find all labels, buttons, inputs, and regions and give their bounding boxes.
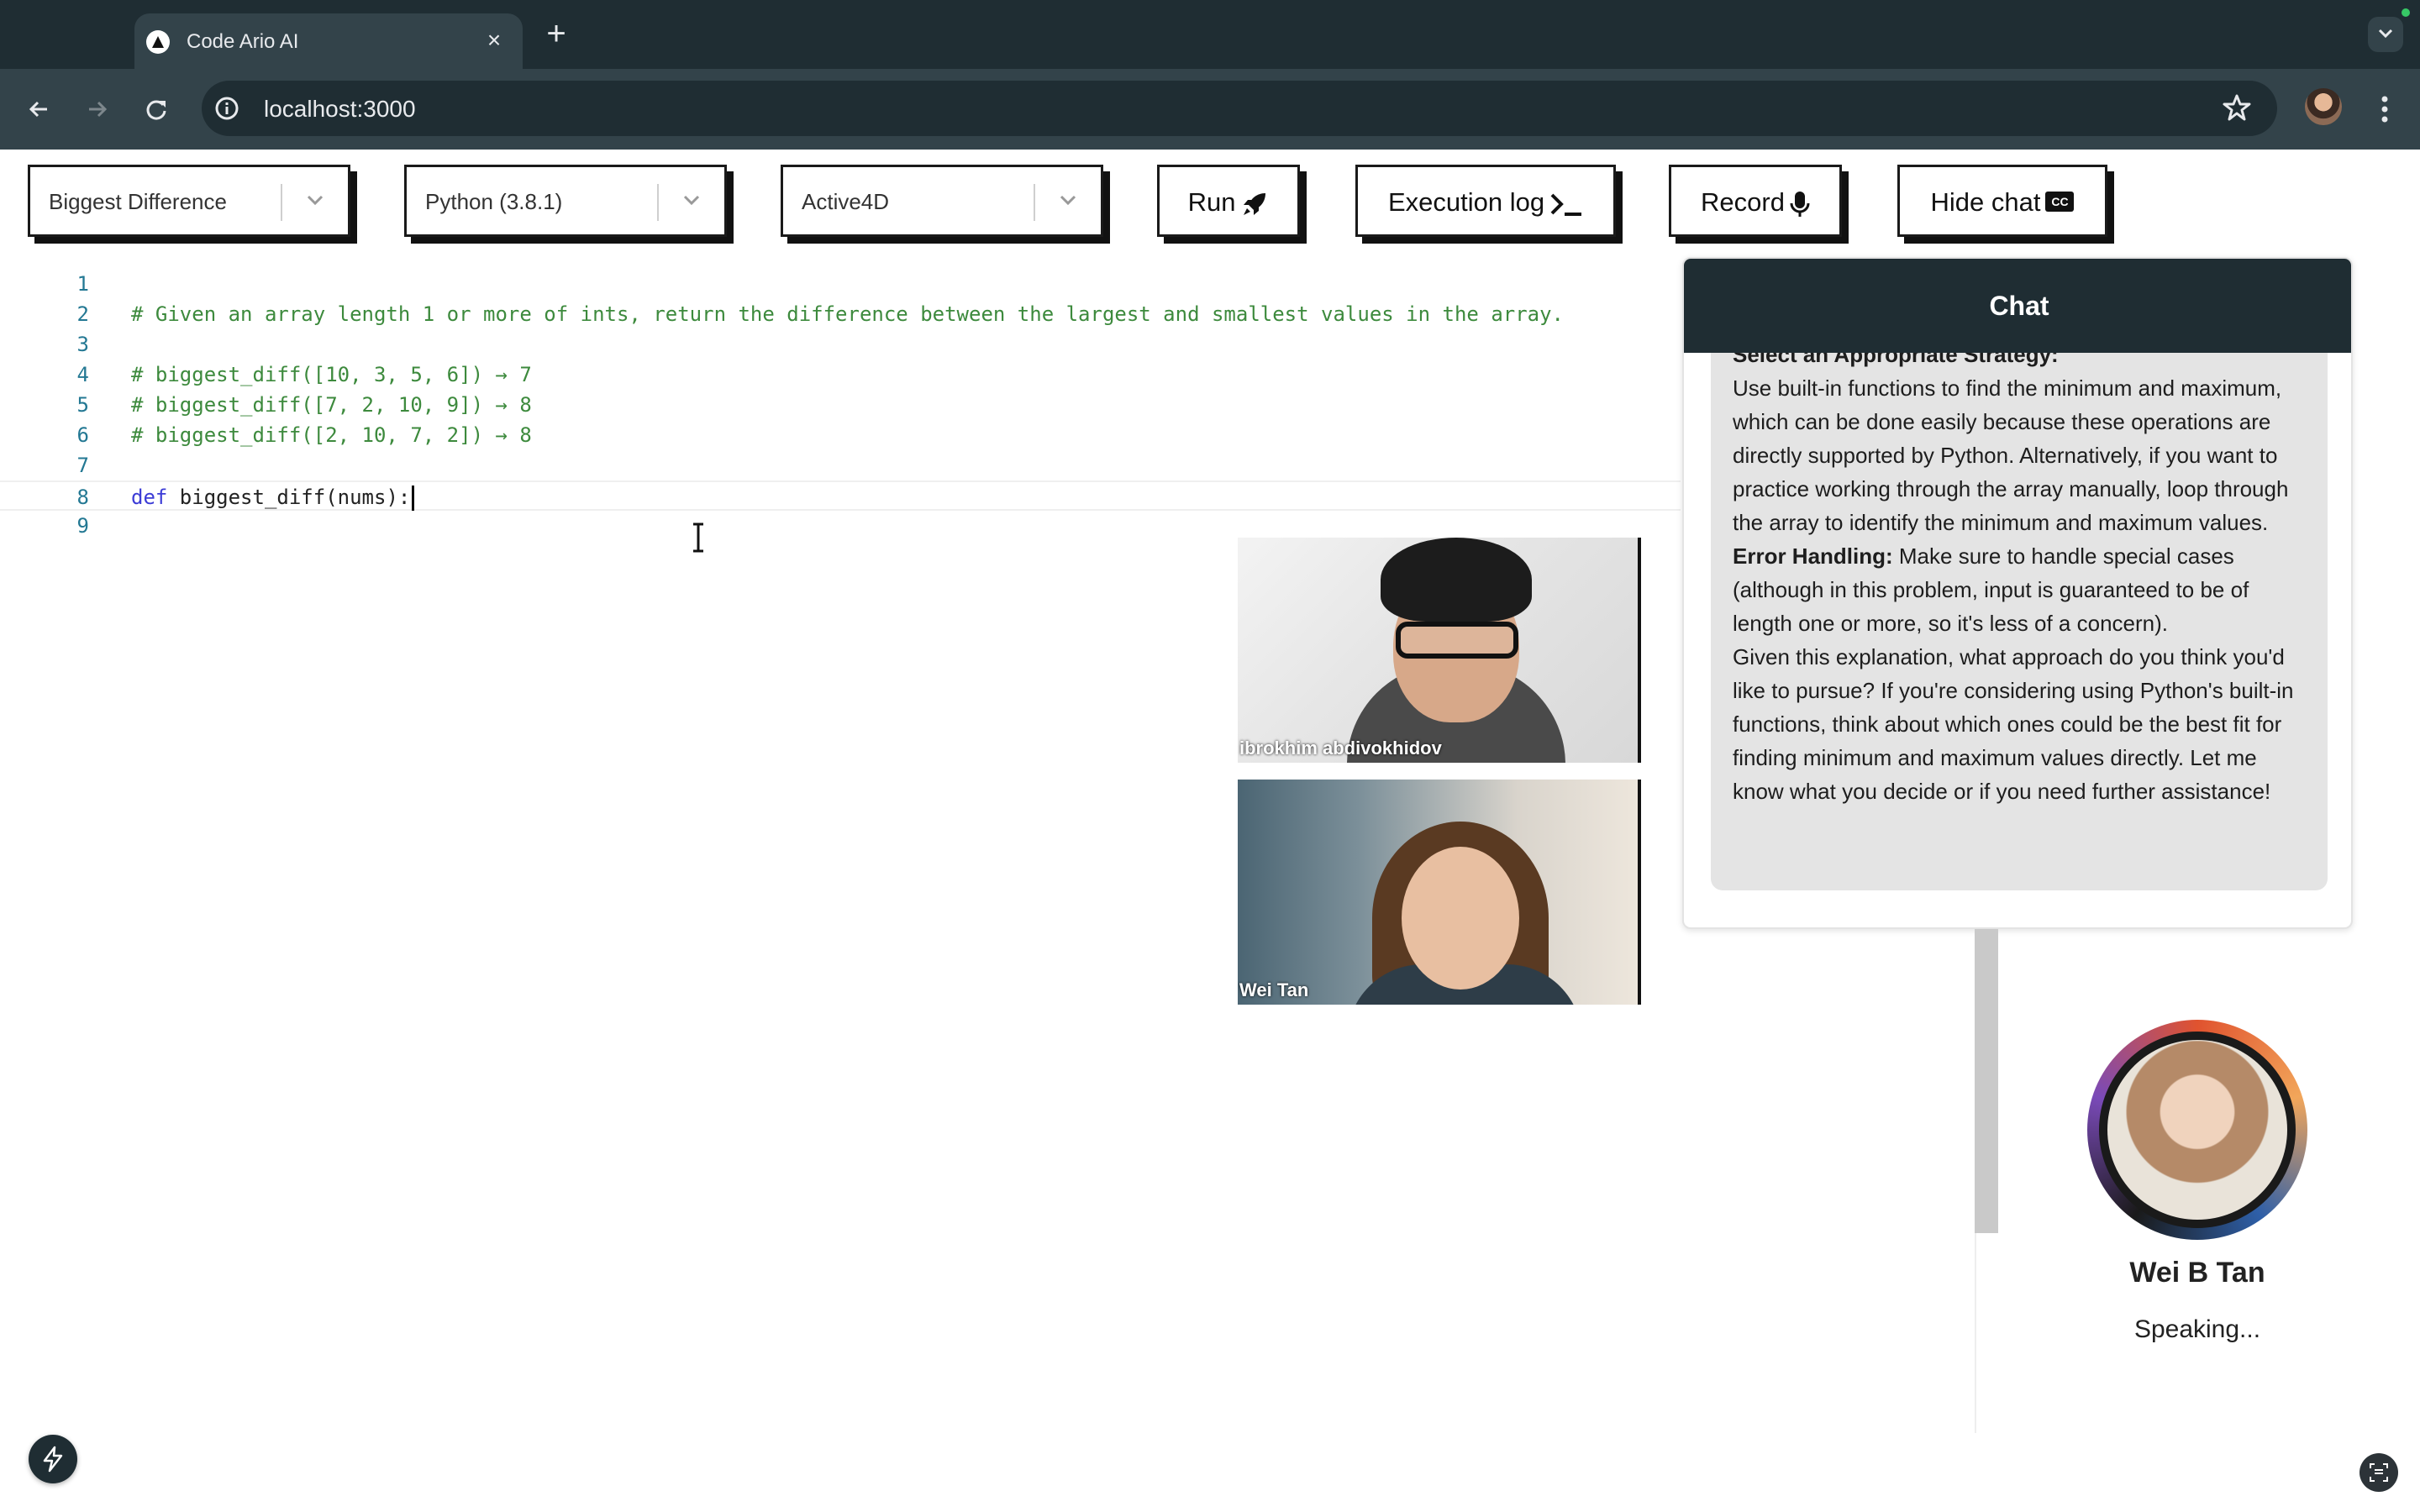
tab-title: Code Ario AI: [187, 30, 299, 53]
chat-message-text: Select an Appropriate Strategy: Use buil…: [1733, 353, 2312, 808]
chevron-down-icon[interactable]: [682, 194, 701, 210]
bookmark-star-icon[interactable]: [2222, 92, 2252, 127]
participant-face: [1402, 847, 1519, 990]
line-number: 6: [76, 423, 89, 447]
code-line: 6 # biggest_diff([2, 10, 7, 2]) → 8: [0, 420, 1681, 450]
problem-select[interactable]: Biggest Difference: [28, 165, 350, 237]
speaker-avatar: [2107, 1040, 2287, 1220]
execution-log-button[interactable]: Execution log: [1355, 165, 1616, 237]
participant-video-wei: Wei Tan: [1238, 780, 1641, 1005]
strategy-heading: Select an Appropriate Strategy:: [1733, 353, 2059, 367]
line-number: 2: [76, 302, 89, 326]
run-button-label: Run: [1187, 187, 1236, 217]
close-tab-icon[interactable]: ×: [481, 27, 508, 54]
record-button[interactable]: Record: [1669, 165, 1842, 237]
screen-capture-icon[interactable]: [2360, 1453, 2398, 1492]
chevron-down-icon[interactable]: [306, 194, 324, 210]
line-number: 8: [76, 486, 89, 509]
language-select[interactable]: Python (3.8.1): [404, 165, 727, 237]
forward-arrow-icon[interactable]: [77, 89, 118, 129]
new-tab-icon[interactable]: +: [538, 15, 575, 52]
participant-name: ibrokhim abdivokhidov: [1239, 738, 1442, 759]
code-comment: # biggest_diff([7, 2, 10, 9]) → 8: [131, 393, 532, 417]
code-line: 3: [0, 329, 1681, 360]
select-divider: [281, 184, 282, 221]
line-number: 4: [76, 363, 89, 386]
participant-video-ibrokhim: ibrokhim abdivokhidov: [1238, 538, 1641, 763]
browser-menu-icon[interactable]: [2370, 91, 2400, 128]
hide-chat-label: Hide chat: [1930, 187, 2041, 217]
code-comment: # Given an array length 1 or more of int…: [131, 302, 1565, 326]
chat-title: Chat: [1989, 291, 2049, 321]
language-select-value: Python (3.8.1): [425, 189, 563, 214]
line-number: 5: [76, 393, 89, 417]
code-line: 7: [0, 450, 1681, 480]
line-number: 1: [76, 272, 89, 296]
url-text: localhost:3000: [264, 96, 416, 122]
code-line: 1: [0, 269, 1681, 299]
chat-message-bubble: Select an Appropriate Strategy: Use buil…: [1711, 353, 2328, 890]
run-button[interactable]: Run: [1157, 165, 1300, 237]
select-divider: [1034, 184, 1035, 221]
app-logo-icon: [146, 30, 170, 54]
lightning-bolt-icon[interactable]: [29, 1435, 77, 1483]
tab-search-chevron-icon[interactable]: [2368, 17, 2403, 52]
code-text: biggest_diff(nums):: [167, 486, 411, 509]
code-line: 2 # Given an array length 1 or more of i…: [0, 299, 1681, 329]
code-line-active: 8 def biggest_diff(nums):: [0, 480, 1681, 511]
problem-select-value: Biggest Difference: [49, 189, 227, 214]
browser-tab[interactable]: Code Ario AI ×: [134, 13, 523, 69]
scrollbar-thumb[interactable]: [1975, 929, 1998, 1233]
chat-panel: Chat Select an Appropriate Strategy: Use…: [1682, 257, 2353, 929]
rocket-icon: [1244, 192, 1266, 215]
microphone-icon: [1790, 191, 1810, 217]
status-dot: [2402, 8, 2410, 17]
site-info-icon[interactable]: [213, 95, 240, 126]
glasses-shape: [1396, 622, 1518, 659]
strategy-paragraph: Use built-in functions to find the minim…: [1733, 375, 2289, 535]
browser-toolbar: localhost:3000: [0, 69, 2420, 150]
execution-log-label: Execution log: [1387, 187, 1545, 217]
text-cursor: [412, 486, 415, 511]
code-comment: # biggest_diff([10, 3, 5, 6]) → 7: [131, 363, 532, 386]
code-line: 5 # biggest_diff([7, 2, 10, 9]) → 8: [0, 390, 1681, 420]
hide-chat-button[interactable]: Hide chat CC: [1897, 165, 2107, 237]
speaker-status: Speaking...: [2133, 1315, 2261, 1343]
theme-select-value: Active4D: [802, 189, 890, 214]
code-line: 4 # biggest_diff([10, 3, 5, 6]) → 7: [0, 360, 1681, 390]
closed-caption-icon: CC: [2045, 191, 2075, 212]
error-handling-label: Error Handling:: [1733, 543, 1893, 569]
chat-header: Chat: [1684, 259, 2351, 353]
back-arrow-icon[interactable]: [18, 89, 59, 129]
profile-avatar[interactable]: [2305, 88, 2342, 125]
record-button-label: Record: [1701, 187, 1785, 217]
address-bar[interactable]: localhost:3000: [202, 81, 2277, 136]
line-number: 9: [76, 514, 89, 538]
participant-hair: [1381, 538, 1532, 622]
terminal-icon: [1550, 193, 1582, 216]
ibeam-cursor-icon: [693, 522, 703, 553]
line-number: 3: [76, 333, 89, 356]
chevron-down-icon[interactable]: [1059, 194, 1077, 210]
code-line: 9: [0, 511, 1681, 541]
speaker-name: Wei B Tan: [2129, 1257, 2265, 1289]
speaker-avatar-ring: [2087, 1020, 2307, 1240]
participant-name: Wei Tan: [1239, 979, 1309, 1000]
browser-tab-strip: Code Ario AI × +: [0, 0, 2420, 69]
reload-icon[interactable]: [136, 89, 176, 129]
code-keyword: def: [131, 486, 168, 509]
closing-paragraph: Given this explanation, what approach do…: [1733, 644, 2294, 804]
code-editor[interactable]: 1 2 # Given an array length 1 or more of…: [0, 269, 1681, 554]
select-divider: [657, 184, 659, 221]
code-comment: # biggest_diff([2, 10, 7, 2]) → 8: [131, 423, 532, 447]
line-number: 7: [76, 454, 89, 477]
theme-select[interactable]: Active4D: [781, 165, 1103, 237]
